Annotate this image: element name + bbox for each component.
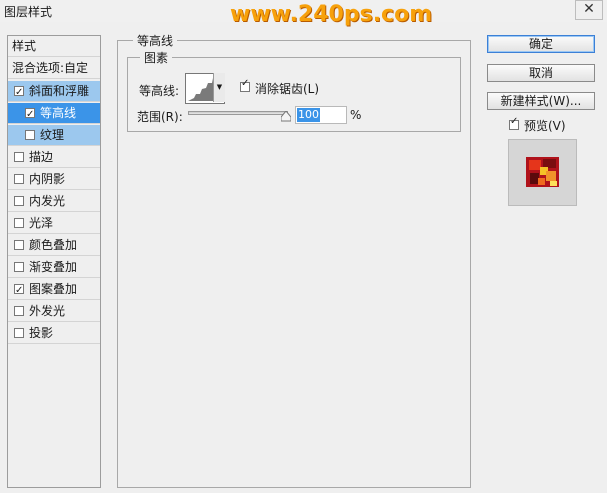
group-title: 等高线 (133, 32, 178, 49)
style-item-checkbox[interactable] (14, 262, 24, 272)
style-item-4[interactable]: 描边 (8, 147, 100, 168)
style-item-label: 颜色叠加 (29, 238, 78, 252)
style-item-3[interactable]: 纹理 (8, 125, 100, 146)
range-unit: % (350, 108, 362, 122)
close-icon: ✕ (583, 1, 595, 17)
style-item-6[interactable]: 内发光 (8, 191, 100, 212)
blend-options-item[interactable]: 混合选项:自定 (8, 58, 100, 79)
style-item-2[interactable]: 等高线 (8, 103, 100, 125)
window-title: 图层样式 (4, 5, 53, 19)
style-item-label: 斜面和浮雕 (29, 84, 90, 98)
style-item-checkbox[interactable] (25, 104, 35, 125)
style-item-label: 投影 (29, 326, 54, 340)
style-preview (508, 139, 577, 206)
antialias-label: 消除锯齿(L) (255, 82, 320, 96)
style-item-11[interactable]: 外发光 (8, 301, 100, 322)
contour-label: 等高线: (139, 84, 180, 98)
range-label: 范围(R): (137, 110, 183, 124)
close-button[interactable]: ✕ (575, 0, 603, 20)
elements-title: 图素 (140, 49, 173, 66)
style-item-checkbox[interactable] (14, 240, 24, 250)
antialias-checkbox[interactable] (240, 78, 250, 92)
style-item-checkbox[interactable] (14, 196, 24, 206)
style-item-checkbox[interactable] (14, 174, 24, 184)
style-item-checkbox[interactable] (14, 280, 24, 301)
styles-header[interactable]: 样式 (8, 36, 100, 57)
style-item-checkbox[interactable] (14, 82, 24, 103)
ok-button[interactable]: 确定 (487, 35, 595, 53)
contour-dropdown-arrow[interactable]: ▼ (213, 73, 225, 102)
style-item-label: 描边 (29, 150, 54, 164)
style-item-label: 图案叠加 (29, 282, 78, 296)
style-list: 样式 混合选项:自定 斜面和浮雕等高线纹理描边内阴影内发光光泽颜色叠加渐变叠加图… (7, 35, 101, 488)
range-slider-thumb[interactable] (281, 111, 291, 122)
preview-label: 预览(V) (524, 119, 566, 133)
style-item-9[interactable]: 渐变叠加 (8, 257, 100, 278)
range-slider-track[interactable] (188, 111, 288, 115)
style-item-label: 内阴影 (29, 172, 66, 186)
style-item-1[interactable]: 斜面和浮雕 (8, 81, 100, 103)
watermark: www.240ps.com (230, 2, 433, 27)
style-item-label: 内发光 (29, 194, 66, 208)
style-item-label: 光泽 (29, 216, 54, 230)
style-item-label: 纹理 (40, 128, 65, 142)
style-item-12[interactable]: 投影 (8, 323, 100, 344)
style-item-checkbox[interactable] (25, 130, 35, 140)
style-item-checkbox[interactable] (14, 306, 24, 316)
style-item-checkbox[interactable] (14, 218, 24, 228)
preview-swatch-image (526, 157, 559, 187)
style-item-label: 外发光 (29, 304, 66, 318)
style-item-8[interactable]: 颜色叠加 (8, 235, 100, 256)
range-input[interactable]: 100 (295, 106, 347, 124)
style-item-label: 等高线 (40, 106, 77, 120)
style-item-5[interactable]: 内阴影 (8, 169, 100, 190)
style-item-checkbox[interactable] (14, 328, 24, 338)
new-style-button[interactable]: 新建样式(W)... (487, 92, 595, 110)
style-item-7[interactable]: 光泽 (8, 213, 100, 234)
preview-checkbox[interactable] (509, 116, 519, 130)
cancel-button[interactable]: 取消 (487, 64, 595, 82)
range-value: 100 (297, 108, 320, 122)
style-item-checkbox[interactable] (14, 152, 24, 162)
style-item-10[interactable]: 图案叠加 (8, 279, 100, 301)
style-item-label: 渐变叠加 (29, 260, 78, 274)
